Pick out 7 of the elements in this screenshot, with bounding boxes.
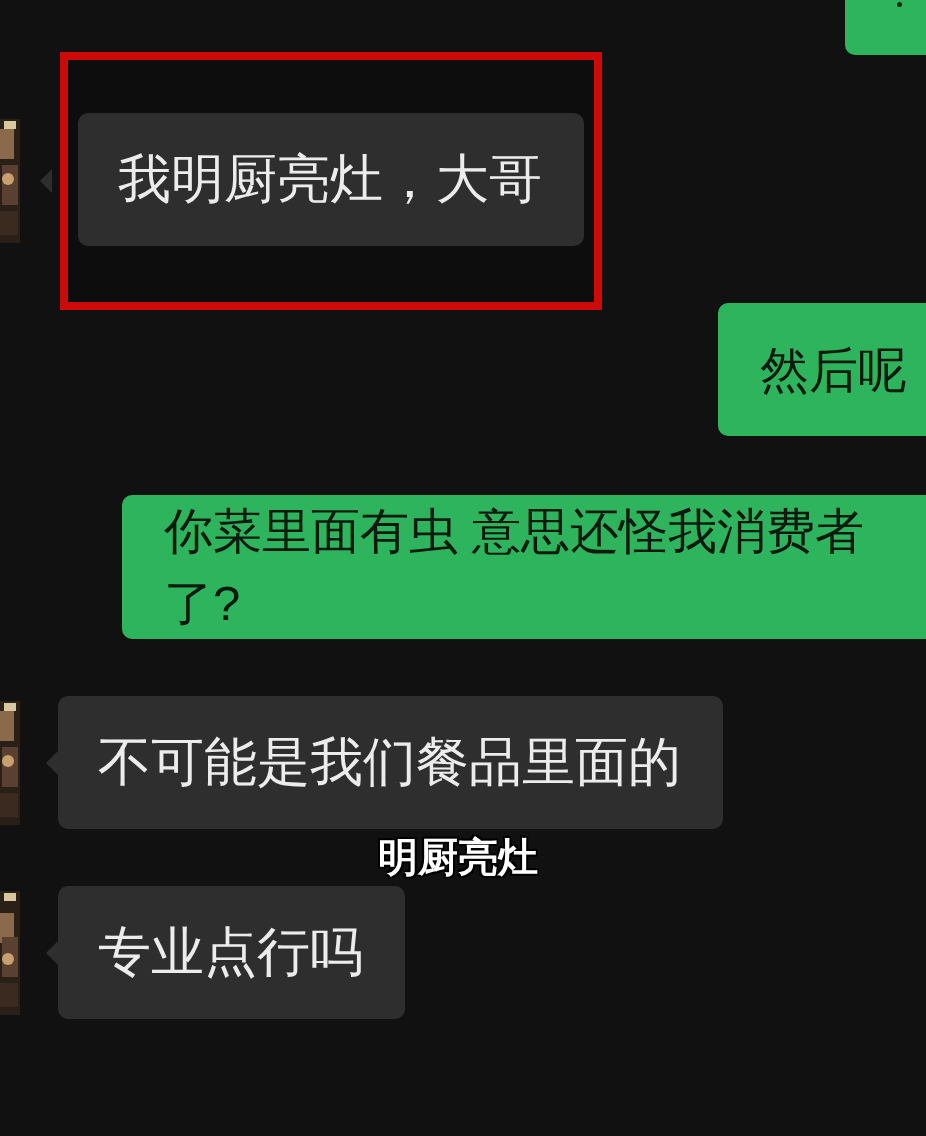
message-bubble: 我明厨亮灶，大哥	[78, 113, 584, 246]
dot-icon	[897, 2, 902, 7]
message-bubble: 你菜里面有虫 意思还怪我消费者 了?	[122, 495, 926, 639]
message-bubble: 不可能是我们餐品里面的	[58, 696, 723, 829]
message-bubble: 然后呢	[718, 303, 926, 436]
video-subtitle: 明厨亮灶	[378, 834, 538, 881]
message-bubble: 专业点行吗	[58, 886, 405, 1019]
